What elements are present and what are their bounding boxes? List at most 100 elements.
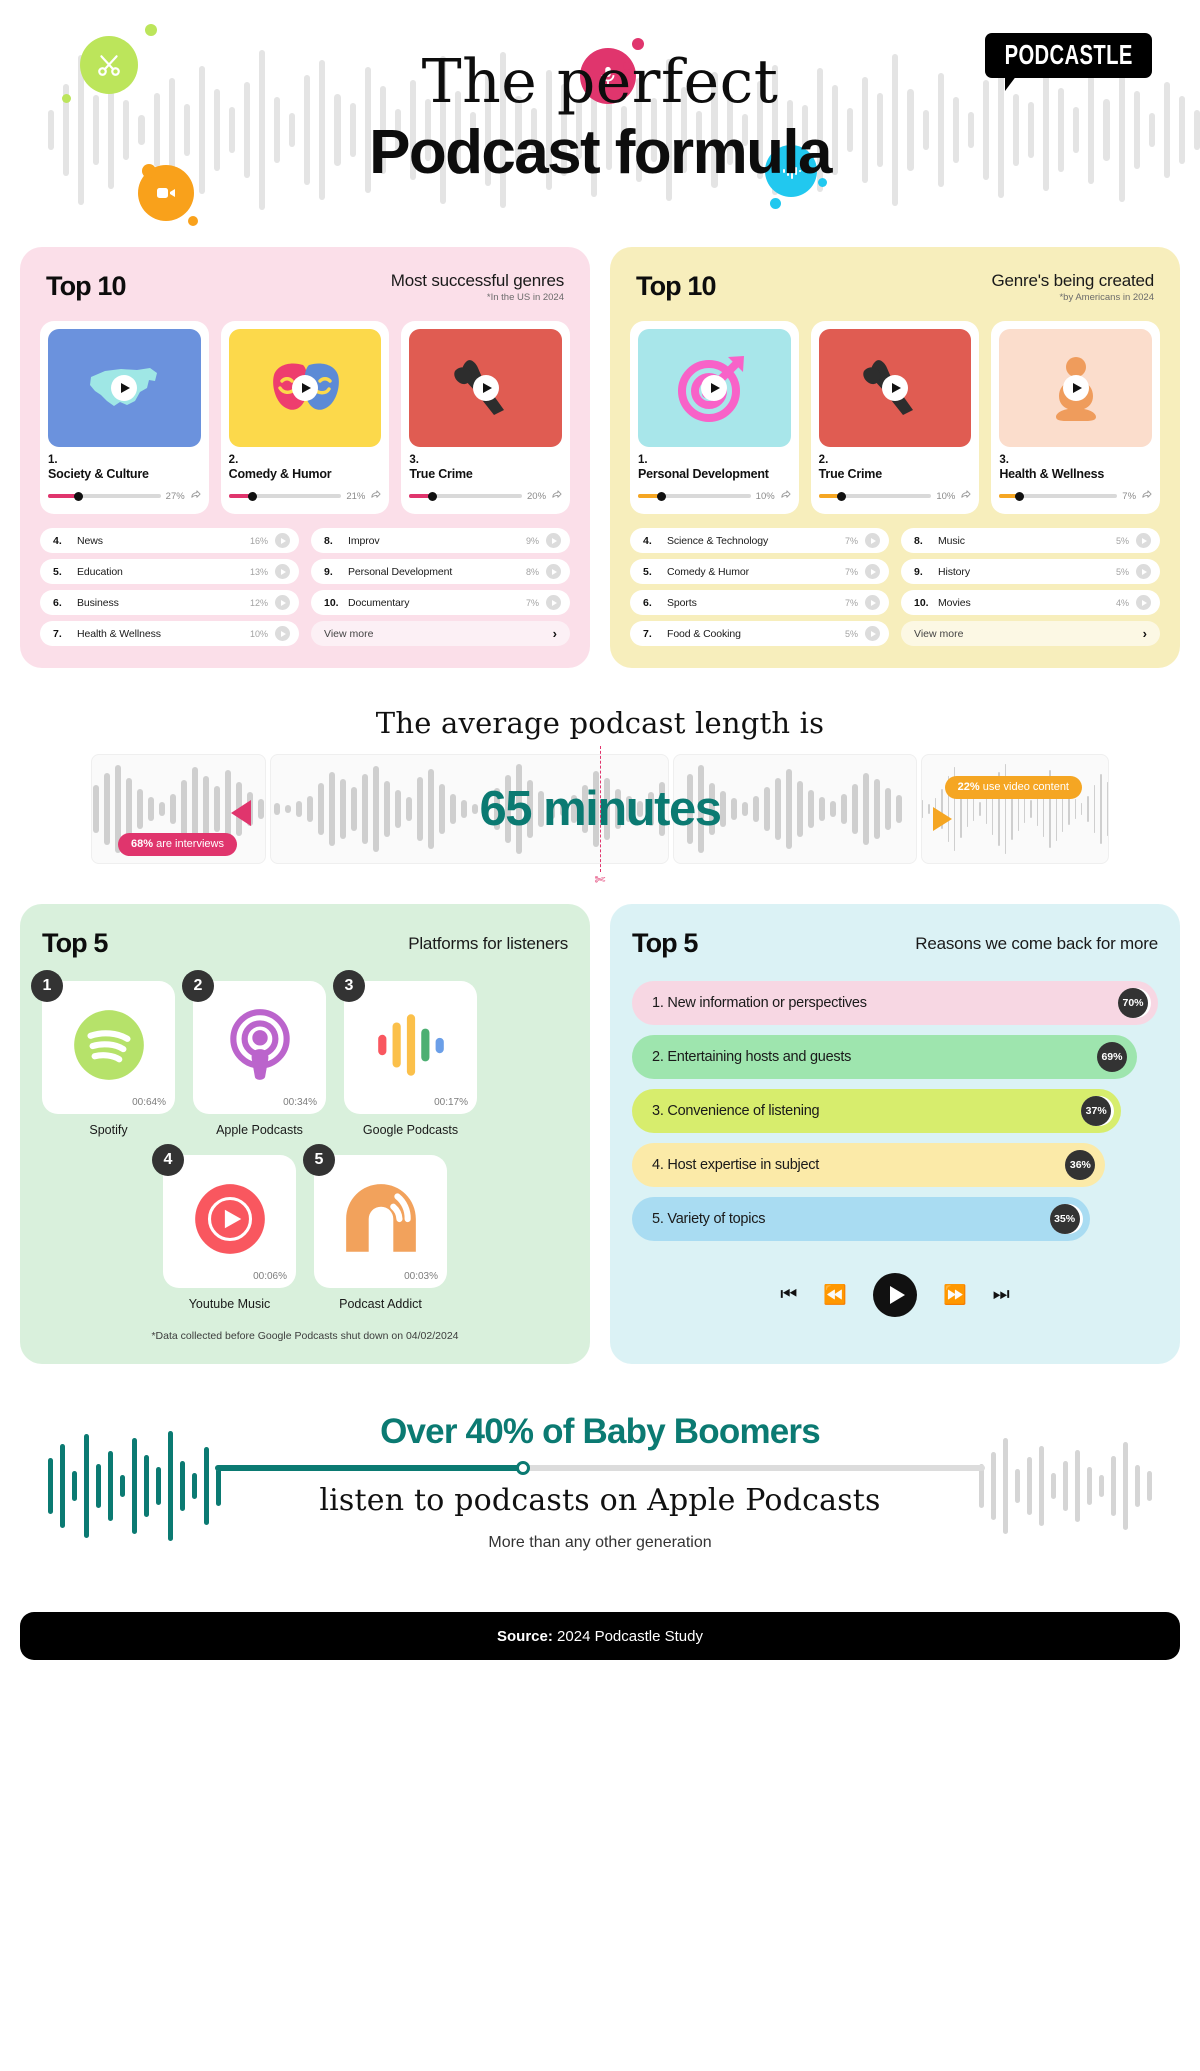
platform-item[interactable]: 3 00:17% Google Podcasts xyxy=(333,970,477,1137)
genre-list-item[interactable]: 8. Improv 9% xyxy=(311,528,570,553)
play-icon[interactable] xyxy=(1136,533,1151,548)
share-icon[interactable] xyxy=(780,487,791,505)
list-percent: 12% xyxy=(249,597,268,608)
genre-list-item[interactable]: 9. Personal Development 8% xyxy=(311,559,570,584)
play-icon[interactable] xyxy=(275,533,290,548)
genre-card[interactable]: 2. True Crime 10% xyxy=(810,321,980,514)
genre-progress-knob[interactable] xyxy=(248,491,258,501)
genre-list-item[interactable]: 4. Science & Technology 7% xyxy=(630,528,889,553)
genre-name: Health & Wellness xyxy=(999,467,1105,481)
genre-progress-bar[interactable] xyxy=(228,491,342,501)
title-line-2: Podcast formula xyxy=(369,118,832,187)
genre-progress-knob[interactable] xyxy=(656,491,666,501)
genre-progress-bar[interactable] xyxy=(818,491,932,501)
interviews-tag: 68% are interviews xyxy=(118,833,237,856)
play-icon[interactable] xyxy=(882,375,908,401)
play-icon[interactable] xyxy=(1136,595,1151,610)
play-icon[interactable] xyxy=(275,564,290,579)
play-icon[interactable] xyxy=(275,595,290,610)
genre-list-item[interactable]: 5. Education 13% xyxy=(40,559,299,584)
genre-progress-knob[interactable] xyxy=(1015,491,1025,501)
platform-card[interactable]: 3 00:17% xyxy=(333,970,477,1114)
genre-progress-bar[interactable] xyxy=(409,491,522,501)
platform-card[interactable]: 2 00:34% xyxy=(182,970,326,1114)
share-icon[interactable] xyxy=(1141,487,1152,505)
platform-card[interactable]: 4 00:06% xyxy=(152,1144,296,1288)
play-icon[interactable] xyxy=(873,1273,917,1317)
boomers-line-3: More than any other generation xyxy=(488,1534,712,1551)
play-icon[interactable] xyxy=(865,595,880,610)
boomers-progress-knob[interactable] xyxy=(516,1461,530,1475)
genre-list-item[interactable]: 7. Food & Cooking 5% xyxy=(630,621,889,646)
reason-item[interactable]: 1. New information or perspectives 70% xyxy=(632,981,1158,1025)
play-icon[interactable] xyxy=(546,533,561,548)
play-icon[interactable] xyxy=(865,564,880,579)
platform-item[interactable]: 4 00:06% Youtube Music xyxy=(152,1144,296,1311)
platform-rank-badge: 5 xyxy=(303,1144,335,1176)
genre-list-item[interactable]: 4. News 16% xyxy=(40,528,299,553)
play-icon[interactable] xyxy=(546,564,561,579)
list-percent: 7% xyxy=(844,566,858,577)
genre-progress-bar[interactable] xyxy=(48,491,161,501)
reason-percent: 69% xyxy=(1096,1042,1127,1072)
genre-list-item[interactable]: 7. Health & Wellness 10% xyxy=(40,621,299,646)
play-icon[interactable] xyxy=(275,626,290,641)
panel-topn-label: Top 10 xyxy=(636,271,717,301)
share-icon[interactable] xyxy=(960,487,971,505)
genre-card[interactable]: 2. Comedy & Humor 21% xyxy=(220,321,390,514)
play-icon[interactable] xyxy=(865,533,880,548)
play-icon[interactable] xyxy=(1136,564,1151,579)
genre-progress-bar[interactable] xyxy=(638,491,751,501)
genre-name: True Crime xyxy=(818,467,883,481)
average-length-title: The average podcast length is xyxy=(375,706,825,740)
genre-list-item[interactable]: 10. Documentary 7% xyxy=(311,590,570,615)
play-icon[interactable] xyxy=(292,375,318,401)
reason-item[interactable]: 2. Entertaining hosts and guests 69% xyxy=(632,1035,1137,1079)
genre-list-item[interactable]: 5. Comedy & Humor 7% xyxy=(630,559,889,584)
platform-item[interactable]: 2 00:34% Apple Podcasts xyxy=(182,970,326,1137)
skip-back-icon[interactable]: ⏮ xyxy=(780,1284,797,1306)
genre-progress-knob[interactable] xyxy=(837,491,847,501)
genre-progress-knob[interactable] xyxy=(427,491,437,501)
genre-card[interactable]: 3. Health & Wellness 7% xyxy=(991,321,1161,514)
genre-list-left: 4. Science & Technology 7% 5. Comedy & Humor… xyxy=(630,528,889,646)
platform-time: 00:34% xyxy=(283,1097,317,1108)
genre-list-item[interactable]: 9. History 5% xyxy=(901,559,1160,584)
genre-list-item[interactable]: 8. Music 5% xyxy=(901,528,1160,553)
genre-card[interactable]: 3. True Crime 20% xyxy=(401,321,571,514)
platform-item[interactable]: 1 00:64% Spotify xyxy=(31,970,175,1137)
genre-card[interactable]: 1. Society & Culture 27% xyxy=(40,321,209,514)
boomers-progress-slider[interactable] xyxy=(215,1461,985,1475)
genre-progress-knob[interactable] xyxy=(74,491,84,501)
share-icon[interactable] xyxy=(190,487,201,505)
rewind-icon[interactable]: ⏪ xyxy=(823,1283,847,1307)
view-more-button[interactable]: View more › xyxy=(311,621,570,646)
share-icon[interactable] xyxy=(370,487,381,505)
genre-progress-bar[interactable] xyxy=(999,491,1118,501)
reason-item[interactable]: 3. Convenience of listening 37% xyxy=(632,1089,1122,1133)
play-icon[interactable] xyxy=(1062,375,1089,401)
platform-item[interactable]: 5 00:03% Podcast Addict xyxy=(303,1144,447,1311)
podcastle-logo[interactable]: PODCASTLE xyxy=(984,33,1152,91)
list-name: Education xyxy=(77,565,123,578)
share-icon[interactable] xyxy=(551,487,562,505)
genre-list-item[interactable]: 6. Sports 7% xyxy=(630,590,889,615)
play-icon[interactable] xyxy=(472,375,499,401)
skip-forward-icon[interactable]: ⏭ xyxy=(993,1284,1010,1306)
reason-item[interactable]: 5. Variety of topics 35% xyxy=(632,1197,1090,1241)
panel-subtitle: Most successful genres xyxy=(390,271,564,290)
play-icon[interactable] xyxy=(865,626,880,641)
reason-item[interactable]: 4. Host expertise in subject 36% xyxy=(632,1143,1106,1187)
reason-pill: 36% xyxy=(1065,1150,1099,1180)
genre-list-item[interactable]: 6. Business 12% xyxy=(40,590,299,615)
genre-list-item[interactable]: 10. Movies 4% xyxy=(901,590,1160,615)
view-more-button[interactable]: View more › xyxy=(901,621,1160,646)
fast-forward-icon[interactable]: ⏩ xyxy=(943,1283,967,1307)
reason-label: 3. Convenience of listening xyxy=(652,1103,820,1119)
play-icon[interactable] xyxy=(546,595,561,610)
genre-thumbnail xyxy=(999,329,1153,447)
platform-card[interactable]: 1 00:64% xyxy=(31,970,175,1114)
platform-card[interactable]: 5 00:03% xyxy=(303,1144,447,1288)
genre-card[interactable]: 1. Personal Development 10% xyxy=(630,321,799,514)
boomers-line-1: Over 40% of Baby Boomers xyxy=(380,1412,821,1451)
